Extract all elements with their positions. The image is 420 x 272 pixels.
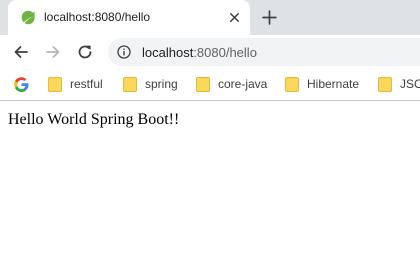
bookmark-label: Hibernate <box>307 77 360 91</box>
folder-icon <box>123 77 137 92</box>
back-arrow-icon[interactable] <box>12 43 30 61</box>
hello-message: Hello World Spring Boot!! <box>8 111 180 128</box>
url-text[interactable]: localhost:8080/hello <box>142 45 257 60</box>
page-content: Hello World Spring Boot!! <box>0 102 420 272</box>
forward-arrow-icon[interactable] <box>44 43 62 61</box>
close-tab-icon[interactable] <box>227 10 242 25</box>
new-tab-icon[interactable] <box>261 9 278 26</box>
url-host: localhost <box>142 45 194 60</box>
active-tab[interactable]: localhost:8080/hello <box>8 0 250 35</box>
url-path: :8080/hello <box>193 45 257 60</box>
bookmark-label: JSON <box>400 77 420 91</box>
tab-strip: localhost:8080/hello <box>0 0 420 35</box>
site-info-icon[interactable] <box>117 45 131 59</box>
folder-icon <box>196 77 210 92</box>
tab-title: localhost:8080/hello <box>44 10 151 24</box>
bookmark-label: core-java <box>218 77 268 91</box>
folder-icon <box>285 77 299 92</box>
reload-icon[interactable] <box>76 43 94 61</box>
bookmark-label: spring <box>145 77 178 91</box>
google-icon[interactable] <box>14 77 29 92</box>
spring-leaf-icon <box>21 10 35 25</box>
bookmark-label: restful <box>70 77 103 91</box>
bookmarks-bar: restful spring core-java Hibernate JSON <box>0 69 420 101</box>
folder-icon <box>48 77 62 92</box>
address-bar[interactable]: localhost:8080/hello <box>108 38 420 66</box>
browser-toolbar: localhost:8080/hello <box>0 35 420 69</box>
bookmark-folder-json[interactable]: JSON <box>378 76 420 94</box>
folder-icon <box>378 77 392 92</box>
